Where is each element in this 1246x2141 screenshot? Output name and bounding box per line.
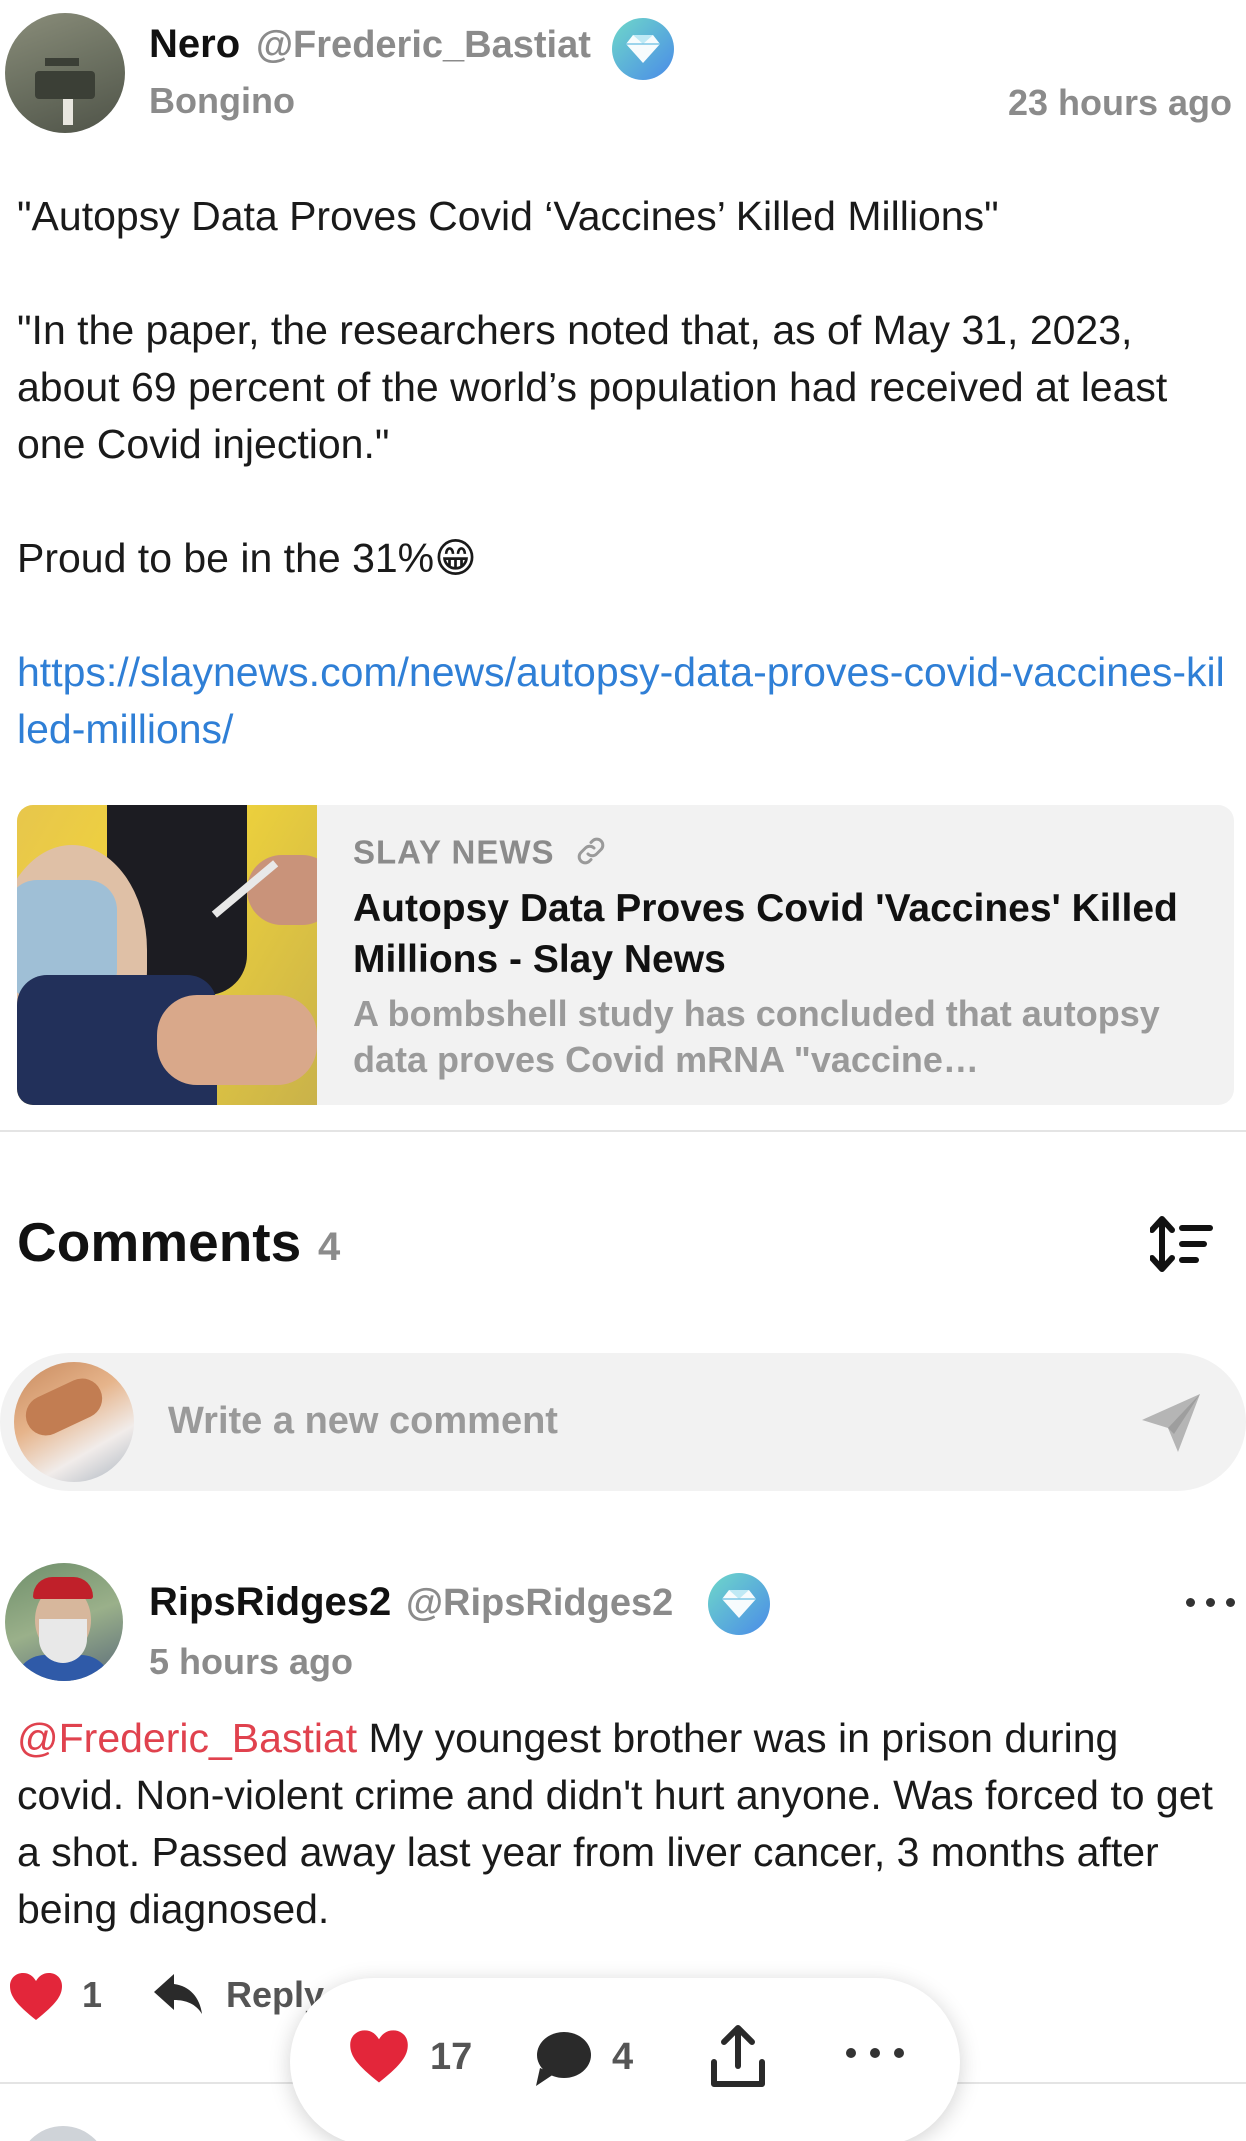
more-options-icon[interactable] bbox=[840, 2038, 910, 2068]
send-icon[interactable] bbox=[1138, 1390, 1204, 1456]
post-link[interactable]: https://slaynews.com/news/autopsy-data-p… bbox=[17, 644, 1227, 758]
author-name[interactable]: Nero bbox=[149, 22, 240, 67]
comments-count: 4 bbox=[318, 1225, 341, 1269]
comment-more-icon[interactable] bbox=[1182, 1588, 1242, 1618]
author-handle[interactable]: @Frederic_Bastiat bbox=[256, 24, 591, 67]
comment-input-placeholder[interactable]: Write a new comment bbox=[168, 1400, 558, 1443]
comment-timestamp: 5 hours ago bbox=[149, 1641, 354, 1682]
link-chain-icon bbox=[573, 833, 609, 877]
post-comment-count: 4 bbox=[612, 2036, 634, 2078]
post-body: "Autopsy Data Proves Covid ‘Vaccines’ Ki… bbox=[17, 188, 1227, 758]
post-like-count: 17 bbox=[430, 2036, 473, 2078]
post-header: Nero @Frederic_Bastiat Bongino 23 hours … bbox=[0, 0, 1246, 150]
verified-gem-icon bbox=[612, 18, 674, 80]
next-commenter-avatar[interactable] bbox=[18, 2126, 108, 2141]
author-subtitle: Bongino bbox=[149, 80, 295, 121]
share-icon[interactable] bbox=[708, 2024, 768, 2090]
comment-like-count: 1 bbox=[82, 1974, 103, 2015]
post-paragraph: "Autopsy Data Proves Covid ‘Vaccines’ Ki… bbox=[17, 193, 999, 239]
comments-title: Comments bbox=[17, 1211, 302, 1273]
link-source: SLAY NEWS bbox=[353, 833, 609, 877]
link-source-label: SLAY NEWS bbox=[353, 833, 555, 871]
heart-icon[interactable] bbox=[8, 1972, 64, 2022]
post-action-bar: 17 4 bbox=[290, 1978, 960, 2141]
current-user-avatar bbox=[14, 1362, 134, 1482]
commenter-name[interactable]: RipsRidges2 bbox=[149, 1580, 391, 1625]
sort-icon[interactable] bbox=[1149, 1214, 1220, 1274]
commenter-handle[interactable]: @RipsRidges2 bbox=[406, 1582, 673, 1625]
reply-icon[interactable] bbox=[150, 1970, 206, 2020]
divider bbox=[0, 1130, 1246, 1132]
verified-gem-icon bbox=[708, 1573, 770, 1635]
link-preview-thumbnail bbox=[17, 805, 317, 1105]
link-description: A bombshell study has concluded that aut… bbox=[353, 993, 1160, 1080]
post-paragraph: Proud to be in the 31%😁 bbox=[17, 535, 477, 581]
link-title: Autopsy Data Proves Covid 'Vaccines' Kil… bbox=[353, 887, 1178, 981]
comment-bubble-icon[interactable] bbox=[532, 2028, 594, 2088]
link-preview-card[interactable]: SLAY NEWS Autopsy Data Proves Covid 'Vac… bbox=[17, 805, 1234, 1105]
heart-icon[interactable] bbox=[348, 2028, 410, 2086]
commenter-avatar[interactable] bbox=[5, 1563, 123, 1681]
post-paragraph: "In the paper, the researchers noted tha… bbox=[17, 307, 1179, 467]
post-timestamp: 23 hours ago bbox=[1007, 82, 1232, 123]
comment-body: @Frederic_Bastiat My youngest brother wa… bbox=[17, 1710, 1232, 1938]
comment-mention[interactable]: @Frederic_Bastiat bbox=[17, 1715, 357, 1761]
author-avatar[interactable] bbox=[5, 13, 125, 133]
